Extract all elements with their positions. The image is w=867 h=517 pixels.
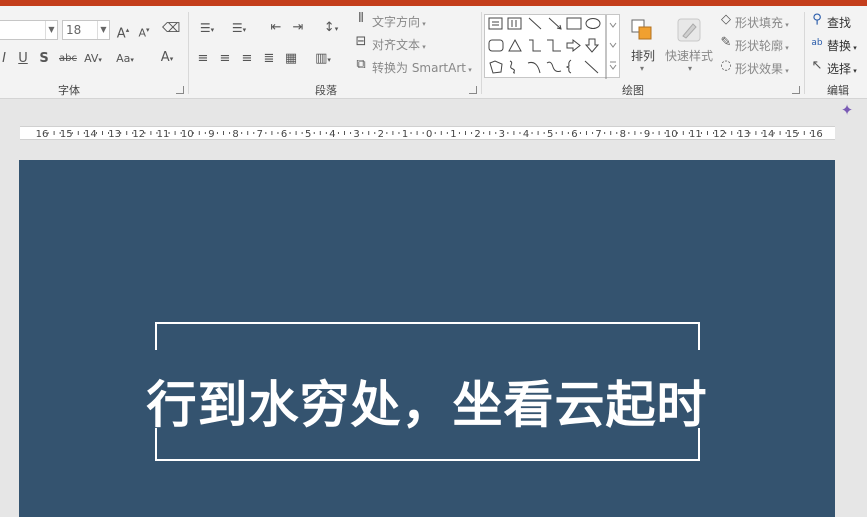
drawing-group-label: 绘图: [622, 84, 644, 97]
select-button[interactable]: 选择 ▾: [827, 60, 857, 77]
ruler-label: 12: [713, 129, 726, 139]
ruler-label: 1: [450, 129, 456, 139]
ruler-label: 14: [84, 129, 97, 139]
rounded-rect-shape-icon: [488, 39, 504, 52]
ruler-label: 5: [547, 129, 553, 139]
quick-styles-label: 快速样式: [665, 49, 714, 63]
ruler-label: 14: [762, 129, 775, 139]
more-shapes-icon: [609, 64, 617, 70]
shape-outline-label: 形状轮廓: [735, 39, 784, 53]
drawing-group: 排列 ▾ 快速样式 ▾ ◇ 形状填充 ▾ ✎ 形状轮廓 ▾ ◌ 形状效果 ▾ 绘…: [0, 6, 804, 98]
shape-fill-icon[interactable]: ◇: [718, 12, 734, 28]
add-in-icon[interactable]: ✦: [838, 101, 856, 119]
triangle-shape-icon: [508, 38, 522, 52]
select-cursor-icon[interactable]: ↖: [810, 58, 824, 74]
ruler-label: 7: [257, 129, 263, 139]
shape-effects-label: 形状效果: [735, 62, 784, 76]
scroll-up-icon: [609, 22, 617, 28]
brace-shape-icon: [565, 59, 572, 74]
curve-shape-icon: [546, 61, 562, 72]
ruler-ticks: 16 15 14 13 12 11 10 9 8 7 6 5 4 3 2 1 0 1 2 3 4 5 6 7 8 9 10 11 12 1…: [36, 129, 823, 139]
vertical-textbox-shape-icon: [507, 17, 522, 30]
ruler-label: 16: [810, 129, 823, 139]
slide-title[interactable]: 行到水穷处，坐看云起时: [19, 365, 835, 437]
scribble-shape-icon: [509, 60, 516, 74]
freeform-shape-icon: [489, 60, 503, 74]
ruler-label: 2: [474, 129, 480, 139]
ruler-label: 11: [689, 129, 702, 139]
quick-styles-svg-icon: [677, 18, 701, 42]
frame-top-bracket: [155, 322, 700, 350]
ruler-label: 4: [329, 129, 335, 139]
ruler-label: 13: [737, 129, 750, 139]
ruler-label: 15: [786, 129, 799, 139]
ruler-label: 3: [499, 129, 505, 139]
quick-styles-icon[interactable]: [675, 16, 703, 44]
ruler-label: 9: [644, 129, 650, 139]
arrow-line-shape-icon: [548, 17, 562, 30]
line-shape-icon: [528, 17, 542, 30]
ruler-label: 6: [281, 129, 287, 139]
shapes-gallery-icons: [488, 15, 617, 79]
shapes-gallery[interactable]: [484, 14, 620, 79]
editing-group: ⚲ 查找 ab 替换 ▾ ↖ 选择 ▾ 编辑: [805, 6, 867, 98]
ruler-label: 11: [157, 129, 170, 139]
chevron-down-icon[interactable]: ▾: [640, 64, 644, 73]
shape-effects-icon[interactable]: ◌: [718, 58, 734, 74]
shape-fill-label: 形状填充: [735, 16, 784, 30]
replace-icon[interactable]: ab: [808, 35, 826, 51]
replace-label: 替换: [827, 39, 852, 53]
ruler-label: 6: [571, 129, 577, 139]
ribbon-home: ▼ 18 ▼ A▴ A▾ ⌫ I U S abc AV▾ Aa▾ A▾ 字体 ☰…: [0, 6, 867, 99]
scroll-down-icon: [609, 42, 617, 48]
arrange-button[interactable]: 排列: [631, 47, 655, 64]
shape-outline-button[interactable]: 形状轮廓 ▾: [735, 37, 789, 54]
search-icon[interactable]: ⚲: [810, 12, 824, 28]
arrange-label: 排列: [631, 49, 656, 63]
ruler-label: 10: [181, 129, 194, 139]
shape-outline-icon[interactable]: ✎: [718, 35, 734, 51]
slide-canvas[interactable]: 行到水穷处，坐看云起时: [19, 160, 835, 517]
ruler-label: 10: [665, 129, 678, 139]
rectangle-shape-icon: [566, 17, 582, 30]
ruler-label: 13: [108, 129, 121, 139]
ruler-label: 8: [232, 129, 238, 139]
horizontal-ruler[interactable]: 16 15 14 13 12 11 10 9 8 7 6 5 4 3 2 1 0 1 2 3 4 5 6 7 8 9 10 11 12 1…: [20, 126, 835, 140]
replace-button[interactable]: 替换 ▾: [827, 37, 857, 54]
diagonal-line-shape-icon: [584, 60, 599, 74]
ruler-label: 7: [595, 129, 601, 139]
title-frame: [155, 322, 700, 461]
find-button[interactable]: 查找: [827, 14, 851, 31]
shape-effects-button[interactable]: 形状效果 ▾: [735, 60, 789, 77]
ruler-label: 1: [402, 129, 408, 139]
ruler-label: 9: [208, 129, 214, 139]
ruler-label: 3: [353, 129, 359, 139]
ruler-label: 8: [620, 129, 626, 139]
ruler-label: 0: [426, 129, 432, 139]
textbox-shape-icon: [488, 17, 503, 30]
ruler-label: 2: [378, 129, 384, 139]
ruler-label: 4: [523, 129, 529, 139]
elbow-connector-icon: [529, 39, 541, 52]
ruler-label: 16: [36, 129, 49, 139]
elbow-arrow-connector-icon: [547, 39, 561, 52]
arrange-svg-icon: [631, 19, 652, 40]
chevron-down-icon[interactable]: ▾: [688, 64, 692, 73]
find-label: 查找: [827, 16, 852, 30]
quick-styles-button[interactable]: 快速样式: [665, 47, 713, 64]
right-arrow-shape-icon: [566, 38, 581, 53]
workspace-right: [835, 147, 867, 517]
arrange-icon[interactable]: [630, 18, 654, 42]
down-arrow-shape-icon: [584, 38, 600, 53]
ruler-label: 15: [60, 129, 73, 139]
ruler-label: 12: [132, 129, 145, 139]
editing-group-label: 编辑: [827, 84, 849, 97]
dialog-launcher-icon[interactable]: [792, 86, 800, 94]
select-label: 选择: [827, 62, 852, 76]
shape-fill-button[interactable]: 形状填充 ▾: [735, 14, 789, 31]
oval-shape-icon: [585, 18, 601, 29]
ruler-label: 5: [305, 129, 311, 139]
arc-shape-icon: [527, 62, 541, 74]
